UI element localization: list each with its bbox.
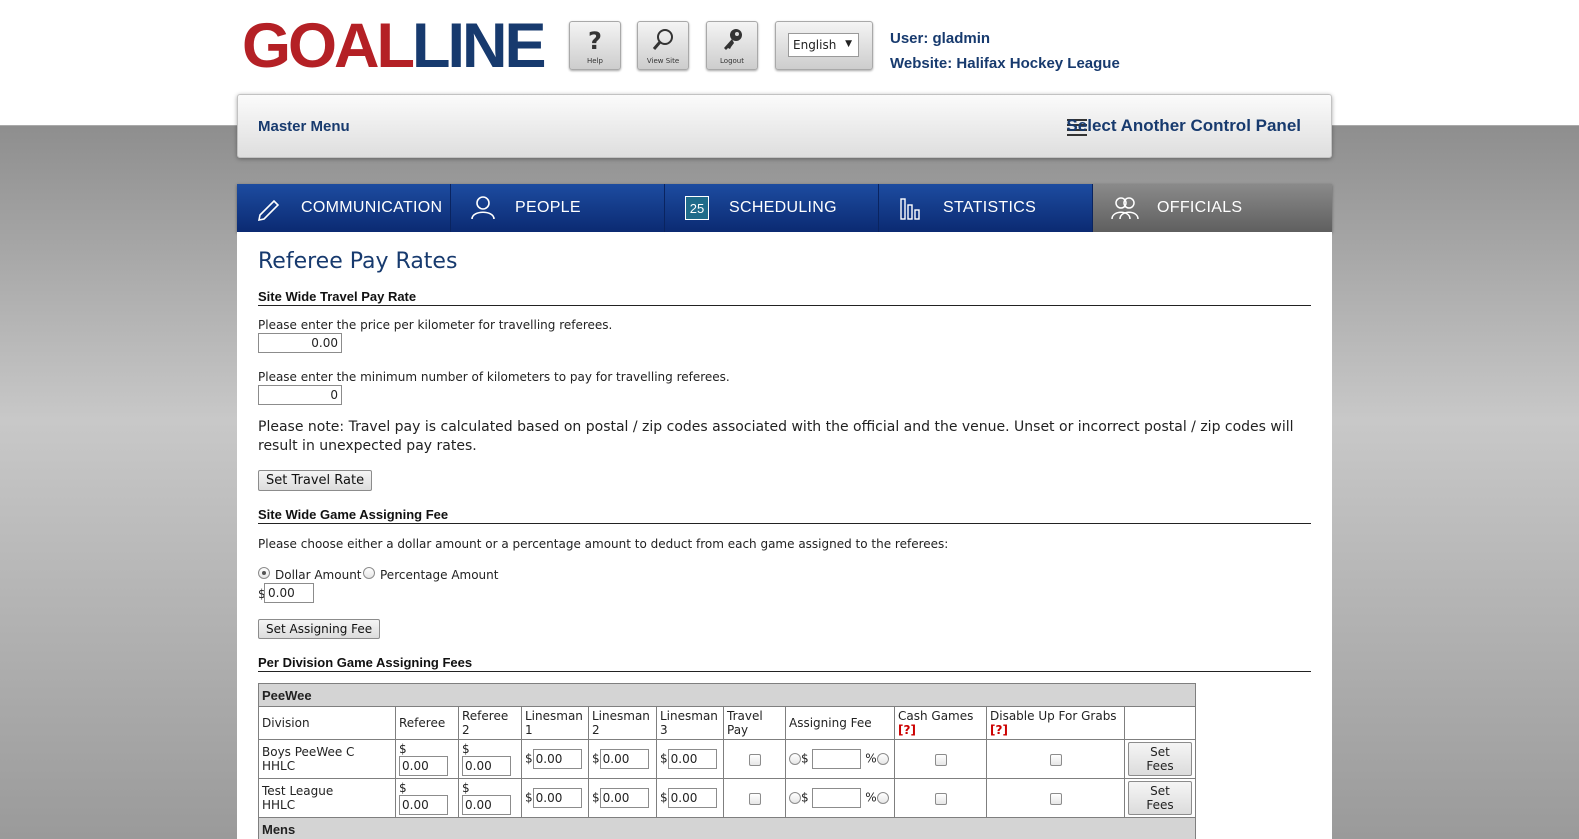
- col-assigning-fee: Assigning Fee: [785, 706, 895, 740]
- col-disable-up-for-grabs: Disable Up For Grabs [?]: [986, 706, 1125, 740]
- magnifier-icon: [638, 27, 688, 55]
- assigning-prompt: Please choose either a dollar amount or …: [258, 537, 949, 551]
- assigning-fee-input[interactable]: [812, 788, 862, 808]
- pencil-icon: [255, 195, 283, 222]
- per-division-heading: Per Division Game Assigning Fees: [258, 655, 1311, 672]
- user-name: User: gladmin: [890, 30, 991, 47]
- bar-chart-icon: [897, 195, 925, 221]
- disable-up-for-grabs-checkbox[interactable]: [1049, 792, 1062, 805]
- set-fees-button[interactable]: Set Fees: [1128, 781, 1192, 815]
- tab-communication[interactable]: COMMUNICATION: [237, 184, 451, 232]
- logout-button[interactable]: Logout: [706, 21, 758, 70]
- assigning-fee-input[interactable]: 0.00: [264, 583, 314, 603]
- assigning-dollar-radio[interactable]: [789, 753, 801, 765]
- dollar-amount-radio[interactable]: [258, 567, 270, 579]
- cash-games-checkbox[interactable]: [934, 753, 947, 766]
- key-icon: [707, 27, 757, 55]
- assigning-dollar-radio[interactable]: [789, 792, 801, 804]
- linesman2-fee-input[interactable]: 0.00: [599, 788, 649, 808]
- content-panel: Referee Pay Rates Site Wide Travel Pay R…: [237, 232, 1332, 839]
- price-per-km-input[interactable]: 0.00: [258, 333, 342, 353]
- division-cell: Boys PeeWee C HHLC: [258, 739, 396, 779]
- language-box: English ▼: [775, 21, 873, 70]
- assigning-percent-radio[interactable]: [876, 792, 889, 804]
- linesman3-fee-input[interactable]: 0.00: [667, 749, 717, 769]
- referee2-fee-input[interactable]: 0.00: [462, 756, 511, 776]
- referee2-fee-input[interactable]: 0.00: [462, 795, 511, 815]
- assigning-section-heading: Site Wide Game Assigning Fee: [258, 507, 1311, 524]
- travel-note: Please note: Travel pay is calculated ba…: [258, 419, 1294, 454]
- select-control-panel-link[interactable]: Select Another Control Panel: [1066, 116, 1301, 136]
- page-title: Referee Pay Rates: [258, 249, 458, 274]
- question-icon: ?: [588, 27, 602, 55]
- referee-fee-input[interactable]: 0.00: [399, 795, 448, 815]
- dollar-amount-label: Dollar Amount: [275, 568, 362, 582]
- assigning-fee-input[interactable]: [812, 749, 862, 769]
- col-referee: Referee: [395, 706, 459, 740]
- tab-statistics[interactable]: STATISTICS: [879, 184, 1093, 232]
- disable-grabs-help-link[interactable]: [?]: [990, 723, 1008, 737]
- tab-scheduling[interactable]: 25 SCHEDULING: [665, 184, 879, 232]
- table-row: Test League HHLC $0.00 $0.00 $0.00 $0.00 …: [258, 778, 1196, 818]
- group-header-peewee: PeeWee: [258, 683, 1196, 707]
- set-assigning-fee-button[interactable]: Set Assigning Fee: [258, 619, 381, 639]
- officials-icon: [1111, 195, 1139, 221]
- division-cell: Test League HHLC: [258, 778, 396, 818]
- travel-pay-checkbox[interactable]: [748, 792, 761, 805]
- calendar-icon: 25: [685, 196, 709, 220]
- travel-section-heading: Site Wide Travel Pay Rate: [258, 289, 1311, 306]
- min-km-prompt: Please enter the minimum number of kilom…: [258, 370, 730, 384]
- col-linesman-2: Linesman 2: [588, 706, 657, 740]
- percentage-amount-label: Percentage Amount: [380, 568, 499, 582]
- linesman1-fee-input[interactable]: 0.00: [532, 788, 582, 808]
- goalline-logo[interactable]: GOALLINE: [242, 15, 547, 78]
- main-nav: COMMUNICATION PEOPLE 25 SCHEDULING STATI…: [237, 184, 1332, 232]
- col-linesman-3: Linesman 3: [656, 706, 724, 740]
- table-row: Boys PeeWee C HHLC $0.00 $0.00 $0.00 $0.0…: [258, 739, 1196, 779]
- linesman3-fee-input[interactable]: 0.00: [667, 788, 717, 808]
- travel-pay-checkbox[interactable]: [748, 753, 761, 766]
- col-travel-pay: Travel Pay: [723, 706, 786, 740]
- price-prompt: Please enter the price per kilometer for…: [258, 318, 613, 332]
- website-name: Website: Halifax Hockey League: [890, 55, 1120, 72]
- language-select[interactable]: English ▼: [788, 33, 859, 57]
- linesman1-fee-input[interactable]: 0.00: [532, 749, 582, 769]
- linesman2-fee-input[interactable]: 0.00: [599, 749, 649, 769]
- cash-games-checkbox[interactable]: [934, 792, 947, 805]
- assigning-percent-radio[interactable]: [876, 753, 889, 765]
- col-actions: [1124, 706, 1196, 740]
- group-header-mens: Mens: [258, 817, 1196, 839]
- dropdown-arrow-icon: ▼: [845, 39, 852, 49]
- help-button[interactable]: ? Help: [569, 21, 621, 70]
- set-fees-button[interactable]: Set Fees: [1128, 742, 1192, 776]
- tab-people[interactable]: PEOPLE: [451, 184, 665, 232]
- tab-officials[interactable]: OFFICIALS: [1093, 184, 1332, 232]
- col-division: Division: [258, 706, 396, 740]
- disable-up-for-grabs-checkbox[interactable]: [1049, 753, 1062, 766]
- person-icon: [469, 195, 497, 221]
- col-cash-games: Cash Games [?]: [894, 706, 987, 740]
- col-referee-2: Referee 2: [458, 706, 522, 740]
- percentage-amount-radio[interactable]: [363, 567, 375, 579]
- division-fees-table: PeeWee Division Referee Referee 2 Linesm…: [258, 683, 1196, 839]
- cash-games-help-link[interactable]: [?]: [898, 723, 916, 737]
- table-header-row: Division Referee Referee 2 Linesman 1 Li…: [258, 706, 1196, 740]
- view-site-button[interactable]: View Site: [637, 21, 689, 70]
- referee-fee-input[interactable]: 0.00: [399, 756, 448, 776]
- set-travel-rate-button[interactable]: Set Travel Rate: [258, 470, 373, 491]
- master-menu-bar: Master Menu Select Another Control Panel: [237, 94, 1332, 158]
- min-km-input[interactable]: 0: [258, 385, 342, 405]
- master-menu-link[interactable]: Master Menu: [258, 118, 350, 135]
- user-info: User: gladmin Website: Halifax Hockey Le…: [890, 26, 1120, 76]
- col-linesman-1: Linesman 1: [521, 706, 589, 740]
